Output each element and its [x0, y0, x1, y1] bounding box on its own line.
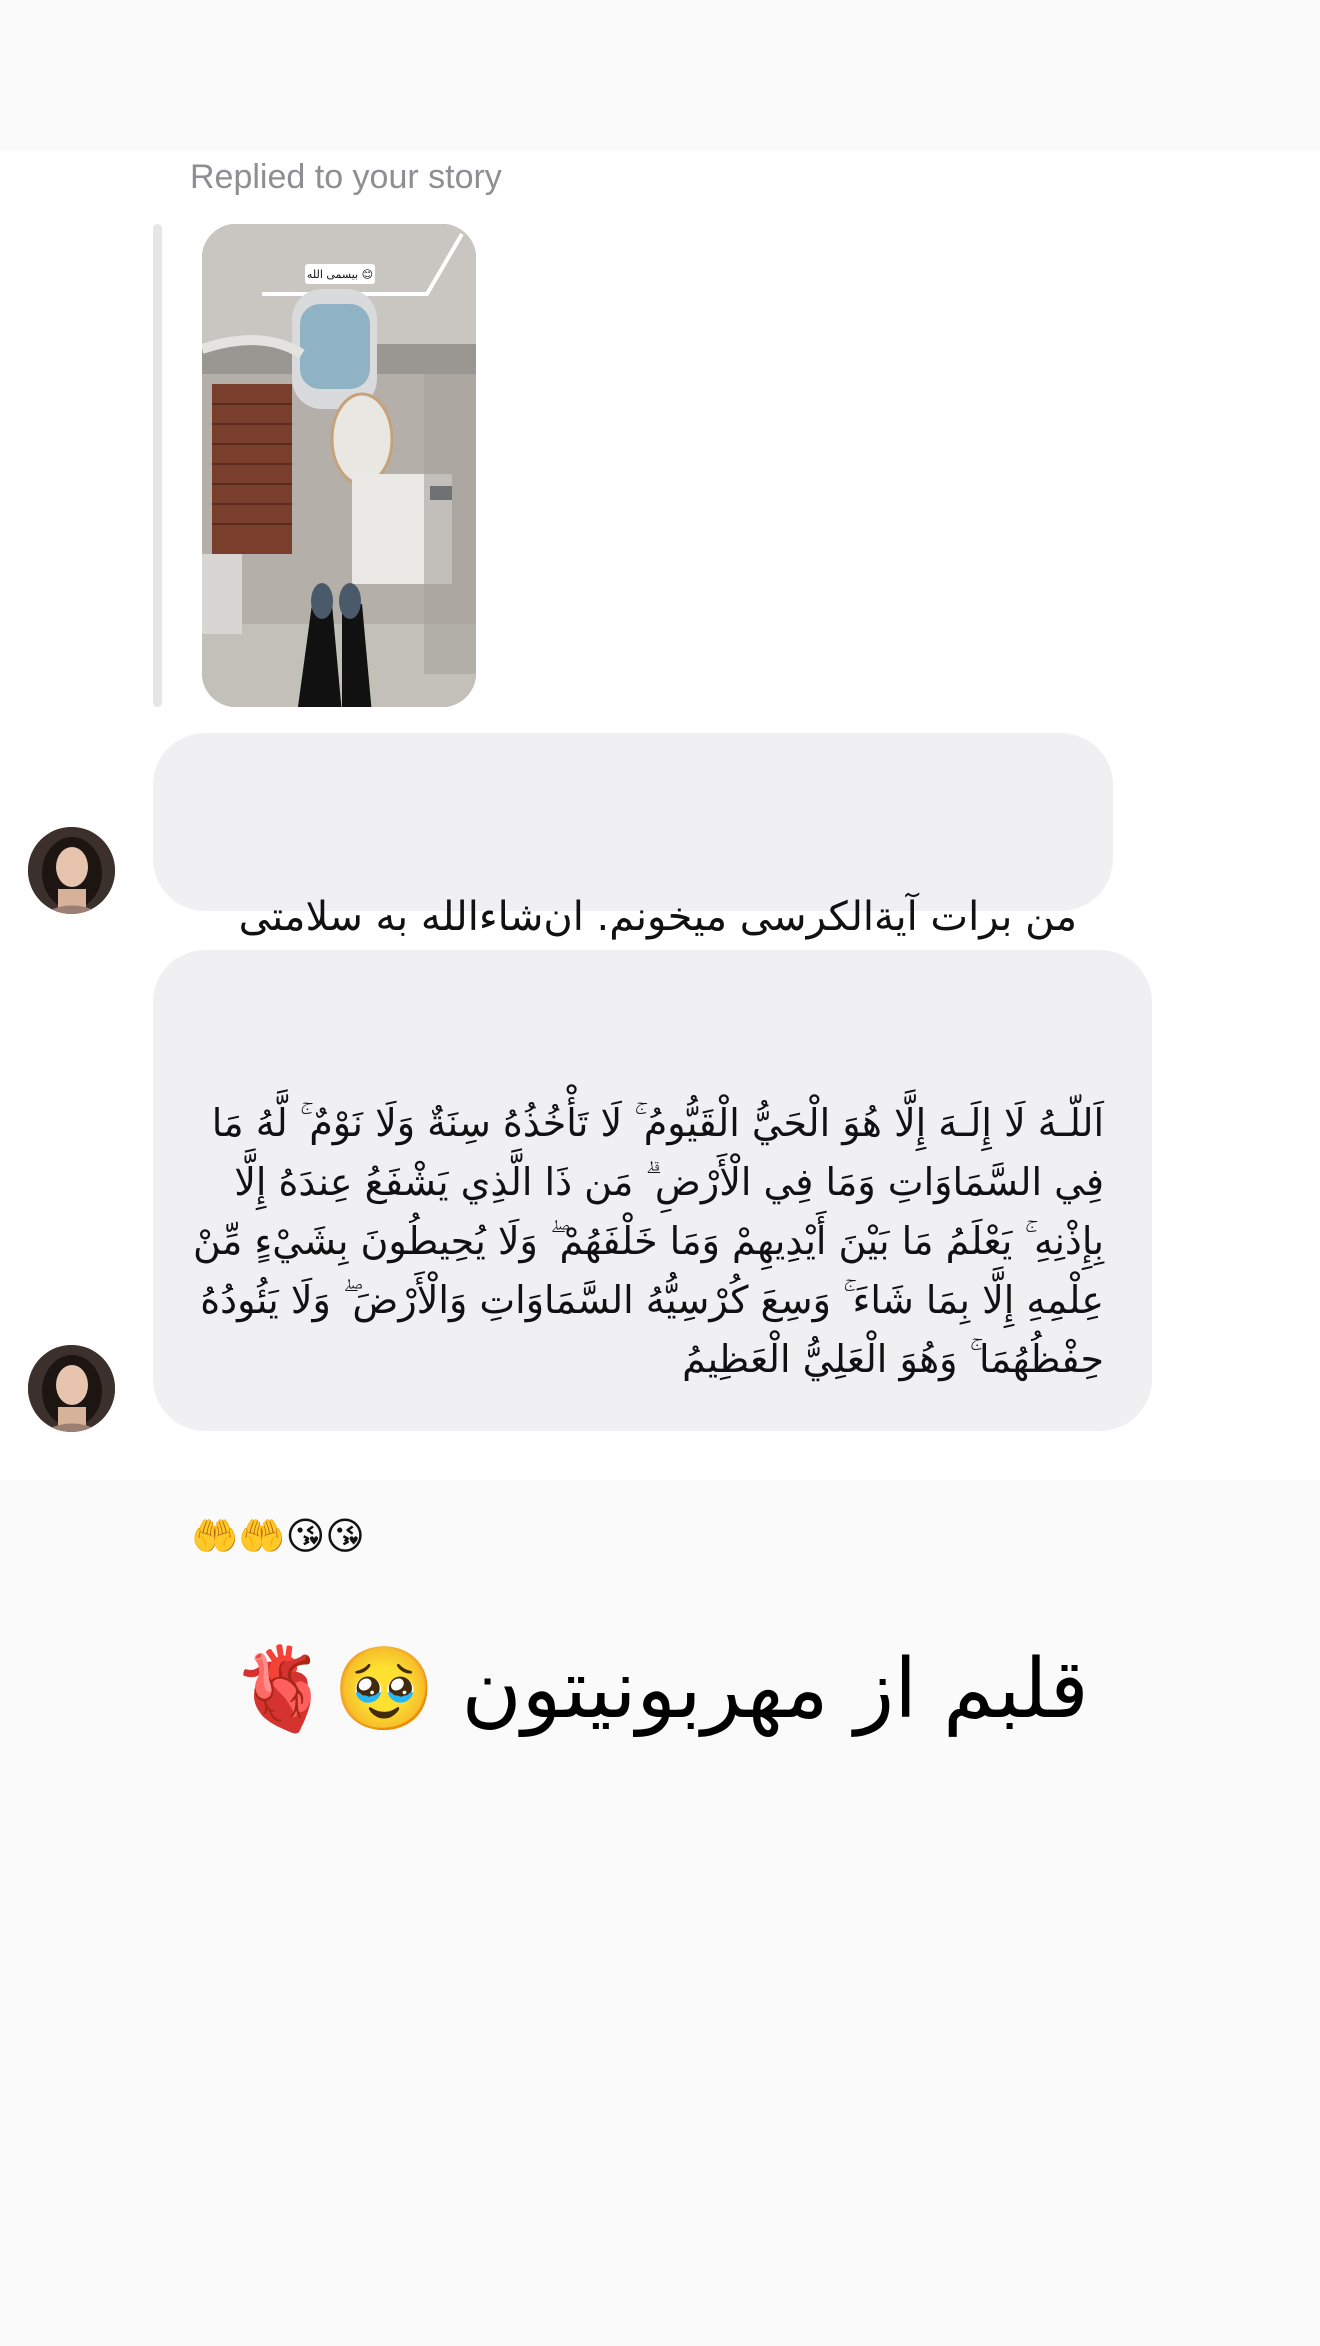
sender-avatar[interactable] [28, 1345, 115, 1432]
top-spacer [0, 0, 1320, 150]
sender-avatar[interactable] [28, 827, 115, 914]
message-text: اَللّـهُ لَا إِلَـهَ إِلَّا هُوَ الْحَيُ… [180, 1101, 1104, 1381]
message-bubble[interactable]: من برات آیةالکرسی میخونم. ان‌شاءالله به … [153, 733, 1113, 1132]
story-thumbnail[interactable]: بیسمی الله 😊 [202, 224, 476, 707]
story-reply-text: قلبم از مهربونیتون 🥹🫀 [231, 1642, 1089, 1737]
avatar-image [28, 827, 115, 914]
story-image [202, 224, 476, 707]
replied-to-story-label: Replied to your story [190, 158, 502, 196]
message-emojis: 🤲🤲😘😘 [191, 1514, 365, 1558]
reply-quote-bar [153, 224, 162, 707]
avatar-image [28, 1345, 115, 1432]
story-sticker: بیسمی الله 😊 [305, 264, 375, 284]
message-bubble[interactable]: اَللّـهُ لَا إِلَـهَ إِلَّا هُوَ الْحَيُ… [153, 950, 1152, 1558]
